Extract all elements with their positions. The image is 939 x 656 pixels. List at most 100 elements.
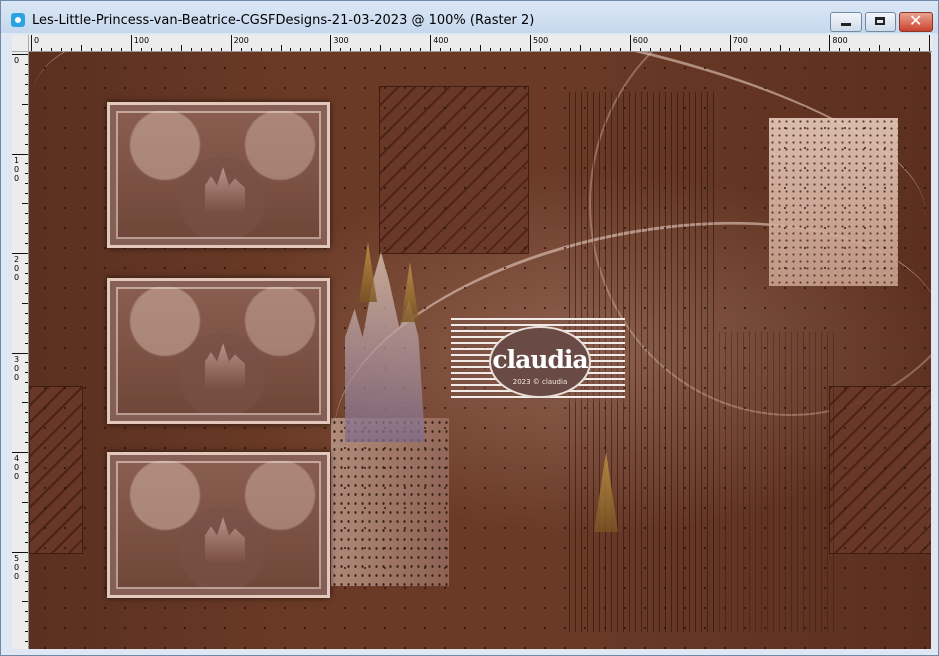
ruler-tick <box>290 48 292 51</box>
ruler-tick <box>210 48 212 51</box>
ruler-tick <box>25 571 28 573</box>
ruler-tick <box>25 113 28 115</box>
ruler-tick <box>579 45 581 51</box>
ruler-tick <box>120 48 122 51</box>
ruler-tick <box>25 531 28 533</box>
ruler-tick <box>599 48 601 51</box>
minimize-icon <box>841 23 851 26</box>
ruler-tick <box>170 48 172 51</box>
ruler-tick <box>480 45 482 51</box>
ruler-tick <box>400 48 402 51</box>
ruler-tick <box>679 45 681 51</box>
ruler-tick <box>25 591 28 593</box>
minimize-button[interactable] <box>830 12 862 32</box>
ruler-tick <box>60 48 62 51</box>
ruler-tick <box>849 48 851 51</box>
ruler-tick <box>180 45 182 51</box>
ruler-tick <box>530 35 531 51</box>
ruler-tick <box>589 48 591 51</box>
ruler-label: 100 <box>133 36 150 45</box>
ruler-tick <box>300 48 302 51</box>
vertical-ruler[interactable]: 0 100 200 300 400 500 <box>12 52 29 649</box>
ruler-tick <box>719 48 721 51</box>
ruler-tick <box>879 45 881 51</box>
ruler-tick <box>25 392 28 394</box>
ruler-tick <box>90 48 92 51</box>
ruler-tick <box>22 203 28 205</box>
ruler-tick <box>809 48 811 51</box>
ruler-tick <box>510 48 512 51</box>
ruler-tick <box>12 253 28 254</box>
ruler-tick <box>31 35 32 51</box>
ruler-tick <box>639 48 641 51</box>
ruler-tick <box>899 48 901 51</box>
ruler-tick <box>25 213 28 215</box>
ruler-label: 200 <box>14 255 20 282</box>
ruler-tick <box>539 48 541 51</box>
ruler-tick <box>12 352 28 354</box>
image-document-window[interactable]: Les-Little-Princess-van-Beatrice-CGSFDes… <box>0 0 939 656</box>
ruler-tick <box>25 193 28 195</box>
ruler-tick <box>25 432 28 434</box>
ruler-tick <box>25 173 28 175</box>
maximize-button[interactable] <box>865 12 896 32</box>
ruler-label: 500 <box>533 36 549 45</box>
ruler-tick <box>25 521 28 523</box>
ruler-tick <box>689 48 691 51</box>
ruler-label: 600 <box>632 36 649 45</box>
horizontal-ruler[interactable]: 0 100 200 300 400 500 600 700 800 <box>29 35 932 52</box>
ruler-tick <box>25 412 28 414</box>
ruler-tick <box>200 48 202 51</box>
ruler-tick <box>50 48 52 51</box>
ruler-tick <box>130 35 132 51</box>
watermark-text: claudia <box>492 345 588 374</box>
ruler-tick <box>70 48 72 51</box>
ruler-tick <box>25 491 28 493</box>
ruler-tick <box>25 461 28 463</box>
ruler-tick <box>150 48 152 51</box>
watermark-badge: claudia 2023 © claudia <box>489 326 591 398</box>
ruler-tick <box>889 48 891 51</box>
close-button[interactable]: ✕ <box>899 11 933 32</box>
ruler-tick <box>250 48 252 51</box>
ruler-tick <box>659 48 661 51</box>
ruler-tick <box>440 48 442 51</box>
ruler-tick <box>25 611 28 613</box>
ruler-tick <box>410 48 412 51</box>
framed-picture <box>107 102 330 248</box>
castle-image <box>205 343 245 389</box>
framed-picture <box>107 452 330 598</box>
ruler-tick <box>25 631 28 633</box>
ruler-tick <box>390 48 392 51</box>
ruler-tick <box>25 471 28 473</box>
ruler-tick <box>340 48 342 51</box>
ruler-tick <box>110 48 112 51</box>
watermark-subtext: 2023 © claudia <box>512 378 568 386</box>
ruler-tick <box>929 35 931 51</box>
ruler-label: 0 <box>34 36 40 45</box>
ruler-tick <box>420 48 422 51</box>
ruler-label: 200 <box>233 36 249 45</box>
ruler-tick <box>25 481 28 483</box>
title-bar[interactable]: Les-Little-Princess-van-Beatrice-CGSFDes… <box>1 1 938 33</box>
ruler-tick <box>520 48 522 51</box>
ruler-tick <box>25 641 28 643</box>
ruler-tick <box>350 48 352 51</box>
ruler-tick <box>699 48 701 51</box>
ruler-tick <box>160 48 162 51</box>
ruler-tick <box>25 422 28 424</box>
ruler-tick <box>360 48 362 51</box>
ruler-tick <box>25 541 28 543</box>
ruler-tick <box>25 123 28 125</box>
ruler-tick <box>260 48 262 51</box>
ruler-tick <box>549 48 551 51</box>
ruler-tick <box>25 73 28 75</box>
ruler-tick <box>25 621 28 623</box>
castle-image <box>205 167 245 213</box>
ruler-tick <box>470 48 472 51</box>
ruler-tick <box>869 48 871 51</box>
image-canvas[interactable]: claudia 2023 © claudia <box>29 52 931 649</box>
ruler-tick <box>80 45 82 51</box>
framed-picture <box>107 278 330 424</box>
ruler-tick <box>22 302 28 304</box>
